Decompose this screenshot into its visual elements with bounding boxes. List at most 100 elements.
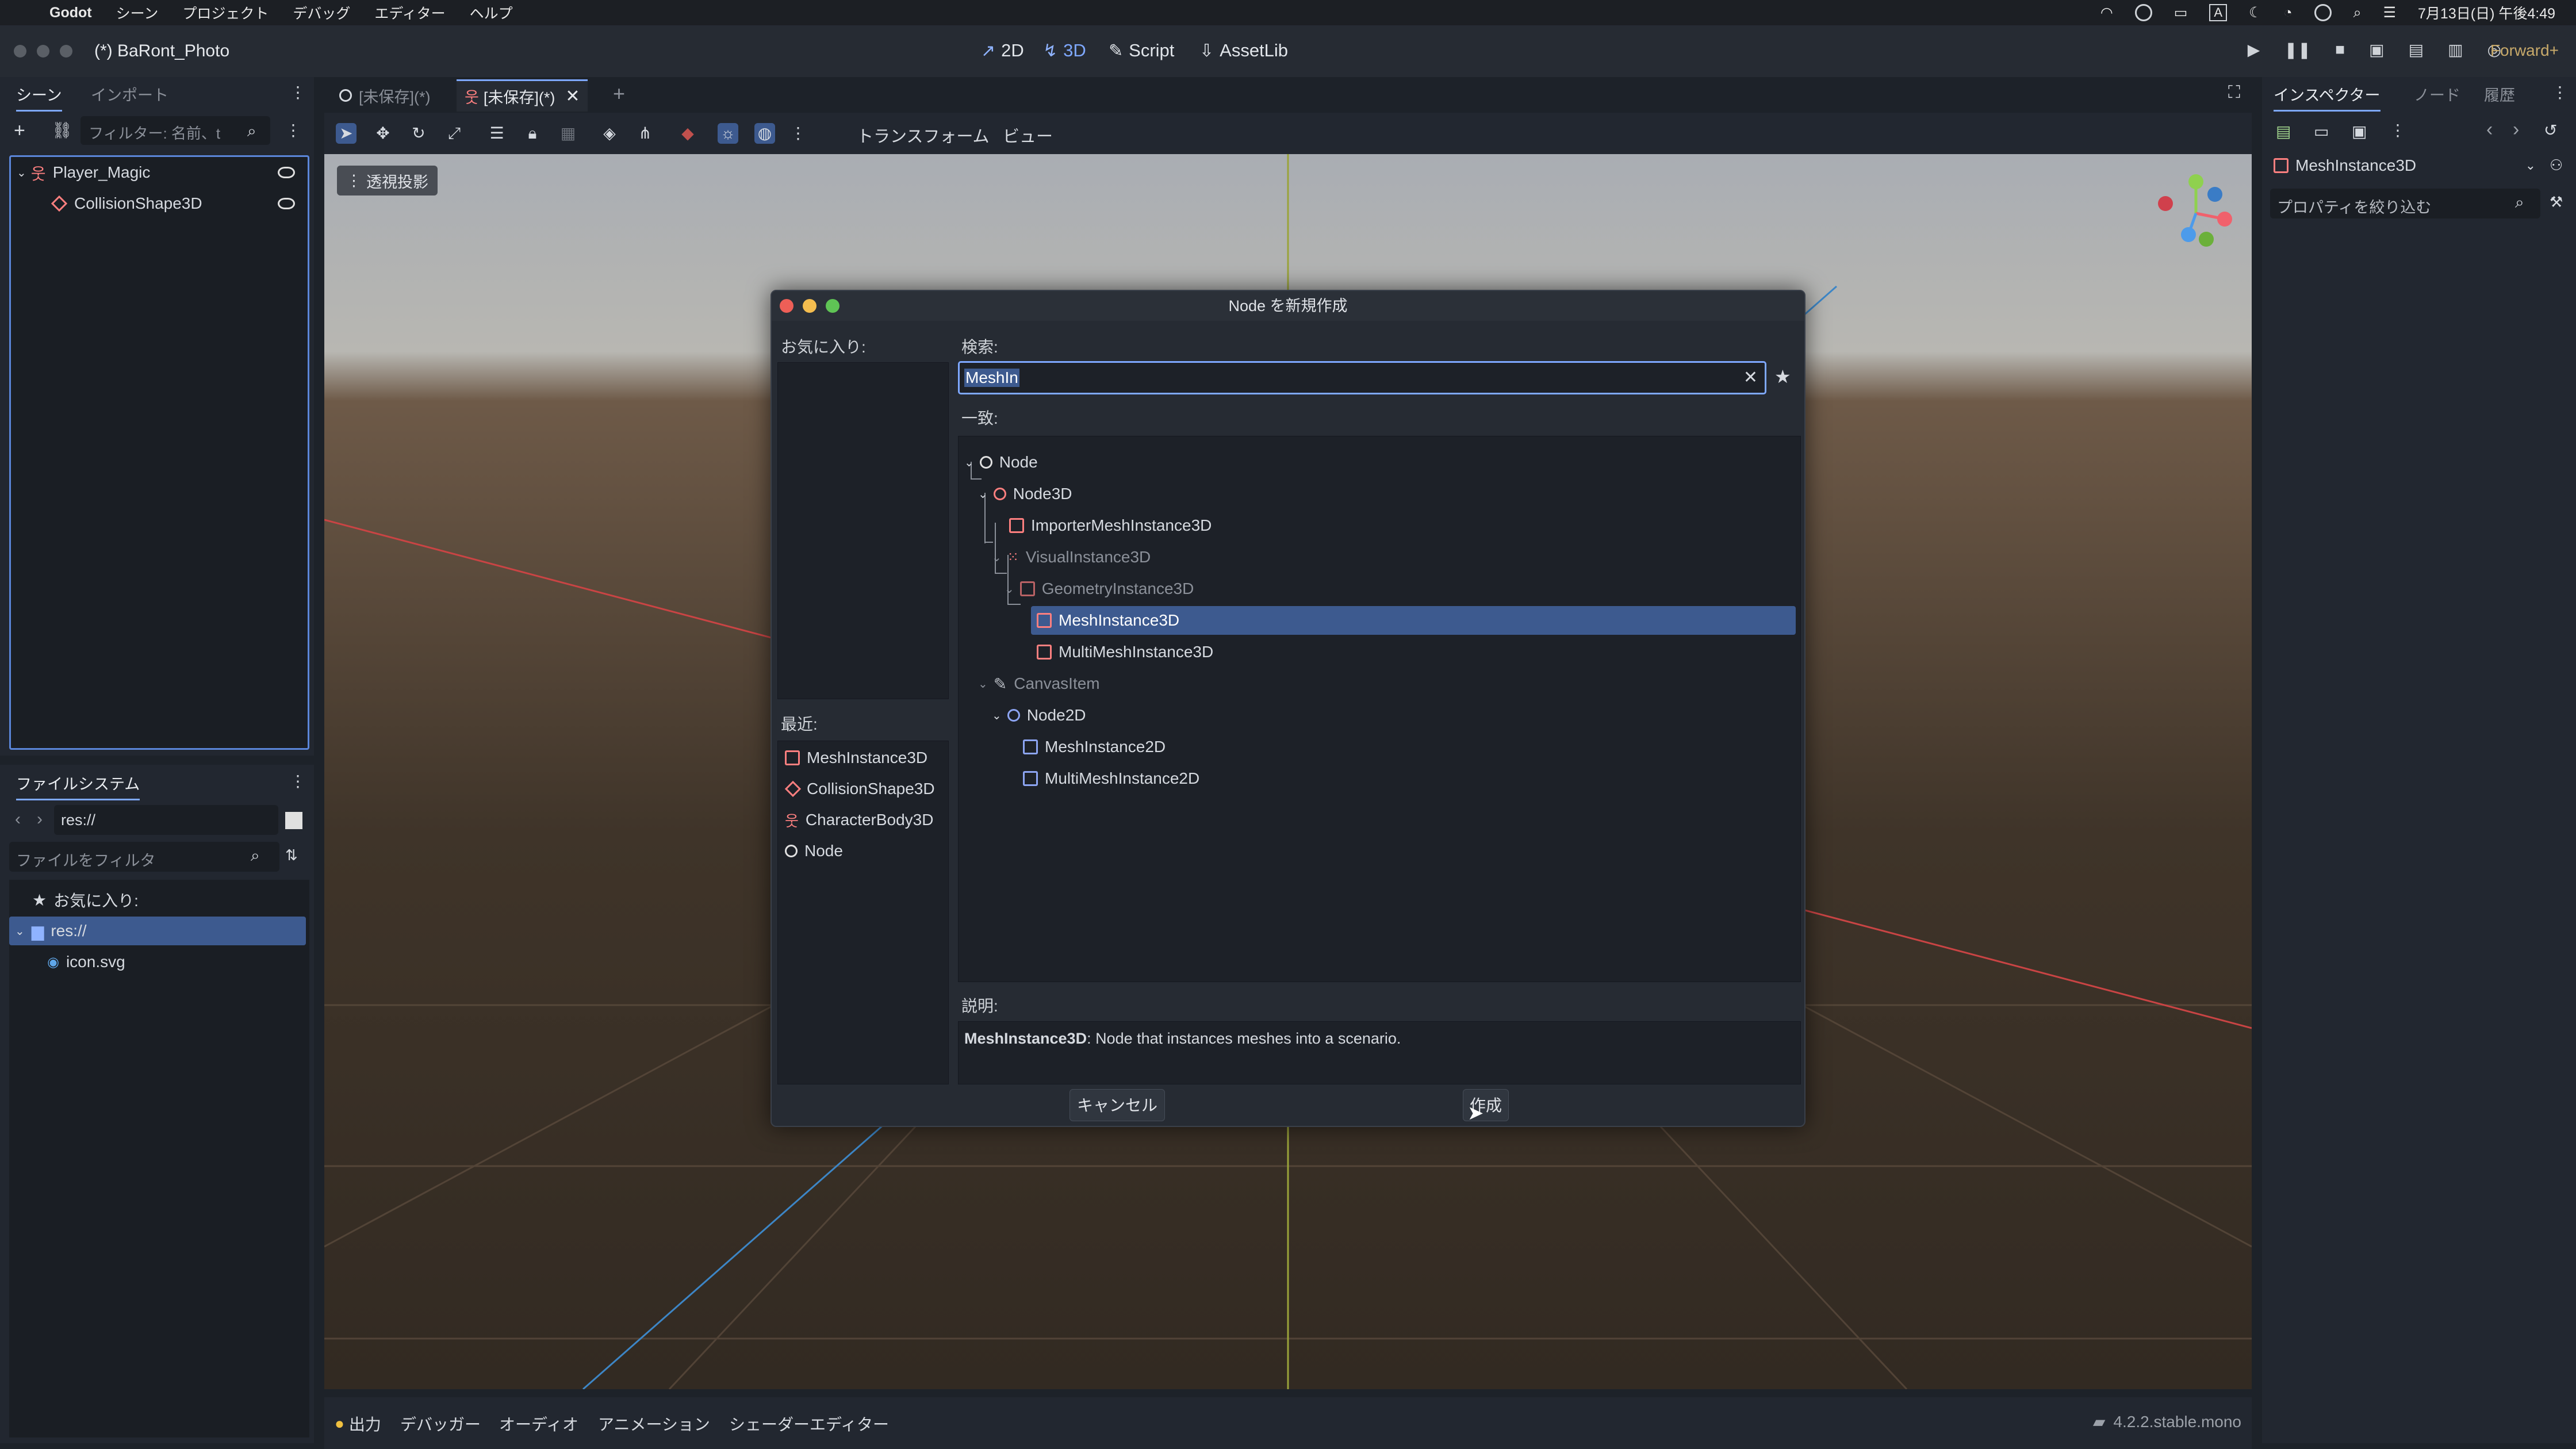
history-forward-icon[interactable]: ›	[2513, 118, 2519, 141]
dock-menu-icon[interactable]: ⋮	[2552, 83, 2568, 102]
chevron-down-icon[interactable]: ⌄	[17, 166, 26, 180]
match-geometryinstance3d[interactable]: ⌄ GeometryInstance3D	[959, 574, 1800, 603]
mode-assetlib-button[interactable]: ⇩ AssetLib	[1199, 40, 1288, 61]
match-importermeshinstance3d[interactable]: ImporterMeshInstance3D	[959, 511, 1800, 540]
scale-tool-icon[interactable]: ⤢	[444, 123, 465, 144]
move-tool-icon[interactable]: ✥	[373, 123, 393, 144]
renderer-select[interactable]: Forward+	[2490, 41, 2559, 60]
group-icon[interactable]: ▦	[558, 123, 578, 144]
battery-icon[interactable]: ▭	[2174, 4, 2188, 21]
tab-inspector[interactable]: インスペクター	[2274, 83, 2380, 112]
play-scene-icon[interactable]: ▤	[2409, 40, 2424, 59]
visibility-eye-icon[interactable]	[278, 198, 295, 209]
dialog-zoom-button[interactable]	[826, 299, 839, 313]
forward-icon[interactable]: ›	[37, 810, 43, 829]
dialog-close-button[interactable]	[780, 299, 793, 313]
favorite-star-icon[interactable]: ★	[1774, 366, 1791, 388]
property-settings-icon[interactable]: ⚒	[2550, 193, 2563, 211]
chevron-down-icon[interactable]: ⌄	[978, 487, 988, 501]
tab-audio[interactable]: オーディオ	[499, 1412, 578, 1435]
back-icon[interactable]: ‹	[15, 810, 21, 829]
visibility-eye-icon[interactable]	[278, 167, 295, 178]
scene-filter-input[interactable]: フィルター: 名前、t	[80, 116, 270, 145]
file-filter-input[interactable]: ファイルをフィルタ	[9, 842, 279, 872]
match-meshinstance3d[interactable]: MeshInstance3D	[1031, 606, 1796, 635]
match-node2d[interactable]: ⌄ Node2D	[959, 701, 1800, 730]
moon-icon[interactable]: ☾	[2249, 4, 2261, 21]
menu-debug[interactable]: デバッグ	[293, 2, 350, 23]
play-icon[interactable]: ▶	[2248, 40, 2260, 59]
scene-options-icon[interactable]: ⋮	[285, 121, 301, 140]
object-properties-icon[interactable]: ⚇	[2550, 156, 2563, 174]
new-resource-icon[interactable]: ▤	[2276, 122, 2291, 141]
window-minimize-button[interactable]	[37, 45, 49, 57]
search-icon[interactable]: ⌕	[2353, 5, 2362, 21]
dialog-minimize-button[interactable]	[803, 299, 816, 313]
match-visualinstance3d[interactable]: ⌄ ⁙ VisualInstance3D	[959, 543, 1800, 572]
tab-filesystem[interactable]: ファイルシステム	[16, 772, 140, 800]
recent-item-node[interactable]: Node	[778, 837, 843, 865]
headphones-icon[interactable]: ◠	[2100, 4, 2113, 21]
axis-gizmo[interactable]	[2153, 170, 2239, 256]
tab-history[interactable]: 履歴	[2484, 83, 2515, 105]
match-multimeshinstance2d[interactable]: MultiMeshInstance2D	[959, 764, 1800, 793]
preview-sun-icon[interactable]: ◆	[677, 123, 698, 144]
file-item-res[interactable]: ⌄ ▆ res://	[9, 917, 306, 945]
scene-node-collision-shape[interactable]: CollisionShape3D	[11, 189, 308, 218]
snap-icon[interactable]: ⋔	[635, 123, 656, 144]
inspector-options-icon[interactable]: ⋮	[2390, 121, 2406, 140]
lock-icon[interactable]: 🔒︎	[522, 123, 543, 144]
chevron-down-icon[interactable]: ⌄	[992, 708, 1002, 723]
editor-tab-2[interactable]: 웃 [未保存](*) ✕	[457, 79, 588, 112]
tab-shader-editor[interactable]: シェーダーエディター	[729, 1412, 889, 1435]
match-meshinstance2d[interactable]: MeshInstance2D	[959, 733, 1800, 761]
distraction-free-icon[interactable]: ⛶	[2228, 83, 2240, 102]
input-source-icon[interactable]: A	[2209, 4, 2228, 21]
pause-icon[interactable]: ❚❚	[2284, 40, 2311, 59]
control-center-icon[interactable]: ☰	[2383, 4, 2396, 21]
scene-node-player-magic[interactable]: ⌄ 웃 Player_Magic	[11, 158, 308, 187]
menu-scene[interactable]: シーン	[116, 2, 159, 23]
play-custom-icon[interactable]: ▥	[2448, 40, 2463, 59]
clock[interactable]: 7月13日(日) 午後4:49	[2418, 2, 2555, 23]
environment-icon[interactable]: ◍	[754, 123, 775, 144]
tab-animation[interactable]: アニメーション	[598, 1412, 710, 1435]
chevron-down-icon[interactable]: ⌄	[15, 924, 25, 938]
file-item-favorites[interactable]: ★ お気に入り:	[9, 885, 139, 914]
add-tab-icon[interactable]: +	[613, 82, 625, 106]
clear-search-icon[interactable]: ✕	[1743, 367, 1758, 388]
menu-app-name[interactable]: Godot	[49, 5, 92, 21]
chevron-down-icon[interactable]: ⌄	[1005, 582, 1014, 596]
match-canvasitem[interactable]: ⌄ ✎ CanvasItem	[959, 669, 1800, 698]
open-folder-icon[interactable]: ▭	[2314, 122, 2329, 141]
tab-import[interactable]: インポート	[91, 83, 168, 105]
dock-menu-icon[interactable]: ⋮	[290, 772, 306, 791]
file-item-icon-svg[interactable]: ◉ icon.svg	[9, 948, 125, 976]
recent-item-characterbody3d[interactable]: 웃 CharacterBody3D	[778, 806, 933, 834]
chevron-down-icon[interactable]: ⌄	[964, 455, 974, 470]
mode-2d-button[interactable]: ↗ 2D	[981, 40, 1024, 61]
window-zoom-button[interactable]	[60, 45, 72, 57]
remote-debug-icon[interactable]: ▣	[2369, 40, 2384, 59]
match-node[interactable]: ⌄ Node	[959, 448, 1800, 477]
view-menu[interactable]: ビュー	[1003, 123, 1053, 147]
inspected-node-select[interactable]: MeshInstance3D ⌄	[2270, 151, 2540, 181]
add-node-icon[interactable]: +	[14, 120, 25, 142]
perspective-button[interactable]: ⋮ 透視投影	[337, 166, 438, 195]
history-back-icon[interactable]: ‹	[2486, 118, 2493, 141]
menu-project[interactable]: プロジェクト	[182, 2, 269, 23]
search-input[interactable]: MeshIn ✕	[958, 361, 1766, 394]
transform-menu[interactable]: トランスフォーム	[857, 123, 990, 147]
object-history-icon[interactable]: ↺	[2544, 121, 2557, 140]
local-space-icon[interactable]: ◈	[599, 123, 620, 144]
property-filter-input[interactable]: プロパティを絞り込む	[2270, 189, 2540, 218]
tab-debugger[interactable]: デバッガー	[400, 1412, 481, 1435]
menu-help[interactable]: ヘルプ	[470, 2, 513, 23]
cancel-button[interactable]: キャンセル	[1070, 1089, 1165, 1121]
list-select-icon[interactable]: ☰	[486, 123, 507, 144]
sun-icon[interactable]: ☼	[718, 123, 738, 144]
stop-icon[interactable]: ■	[2335, 40, 2345, 59]
chevron-down-icon[interactable]: ⌄	[978, 677, 988, 691]
editor-tab-1[interactable]: [未保存](*)	[339, 83, 431, 108]
close-tab-icon[interactable]: ✕	[565, 86, 580, 106]
